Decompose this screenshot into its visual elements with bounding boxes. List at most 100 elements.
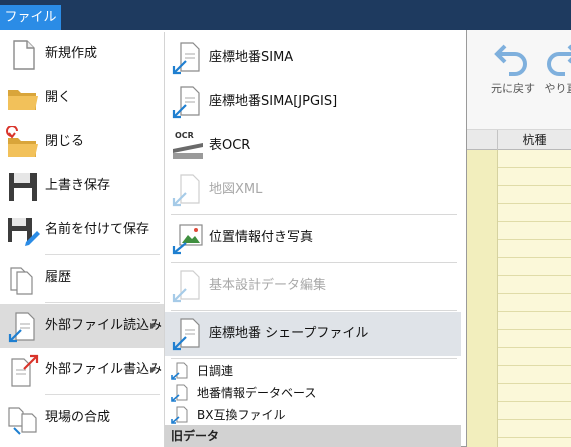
folder-open-icon: [8, 90, 38, 110]
grid-row[interactable]: [460, 204, 571, 222]
sima-import-icon: [172, 42, 200, 75]
grid-header: 杭種: [460, 130, 571, 150]
menu-item-label: 上書き保存: [45, 178, 111, 193]
bx-file-import-icon: [171, 406, 188, 424]
export-file-icon: [11, 354, 39, 387]
menu-item-new[interactable]: 新規作成: [0, 32, 164, 76]
menu-item-label: 開く: [45, 90, 72, 105]
menu-item-label: 名前を付けて保存: [45, 222, 150, 237]
grid-row[interactable]: [460, 348, 571, 366]
file-menu-list: 新規作成 開く 閉じる 上書き保存 名前を付けて保存 履歴 外部ファイル読込み …: [0, 30, 164, 447]
submenu-item-label: 座標地番SIMA: [209, 50, 294, 65]
submenu-arrow-icon: ▶: [150, 365, 157, 374]
submenu-separator: [171, 214, 457, 215]
grid-row[interactable]: [460, 330, 571, 348]
undo-label: 元に戻す: [491, 82, 535, 95]
submenu-separator: [171, 310, 457, 311]
menu-item-merge-site[interactable]: 現場の合成: [0, 396, 164, 440]
history-documents-icon: [10, 267, 33, 295]
menu-item-label: 履歴: [45, 270, 72, 285]
submenu-item-map-xml[interactable]: 地図XML: [165, 168, 461, 212]
grid-row[interactable]: [460, 186, 571, 204]
menu-item-label: 外部ファイル書込み: [45, 362, 163, 377]
ocr-icon-caption: OCR: [175, 131, 194, 140]
submenu-item-geotagged-photo[interactable]: 位置情報付き写真: [165, 216, 461, 260]
grid-row[interactable]: [460, 294, 571, 312]
app-window: 元に戻す やり直 杭種 ファイル 新規作成: [0, 0, 571, 447]
file-menu: 新規作成 開く 閉じる 上書き保存 名前を付けて保存 履歴 外部ファイル読込み …: [0, 30, 467, 447]
menu-item-label: 新規作成: [45, 46, 98, 61]
submenu-separator: [171, 358, 457, 359]
undo-icon: [494, 44, 527, 76]
submenu-item-bx-compatible[interactable]: BX互換ファイル: [165, 404, 461, 426]
new-document-icon: [13, 40, 35, 70]
grid-row[interactable]: [460, 438, 571, 447]
ocr-scanner-icon: OCR: [173, 131, 203, 159]
save-disk-icon: [9, 173, 37, 201]
submenu-item-label: 地図XML: [209, 182, 263, 197]
menu-item-save-as[interactable]: 名前を付けて保存: [0, 208, 164, 252]
submenu-item-sima[interactable]: 座標地番SIMA: [165, 36, 461, 80]
redo-icon: [547, 44, 571, 76]
grid-row[interactable]: [460, 384, 571, 402]
grid-row[interactable]: [460, 366, 571, 384]
submenu-item-table-ocr[interactable]: OCR 表OCR: [165, 124, 461, 168]
grid-row[interactable]: [460, 240, 571, 258]
grid-row[interactable]: [460, 168, 571, 186]
grid-header-pile-type: 杭種: [522, 133, 547, 147]
map-xml-import-icon: [172, 174, 200, 207]
submenu-item-nichoren[interactable]: 日調連: [165, 360, 461, 382]
submenu-item-label: 座標地番SIMA[JPGIS]: [209, 94, 338, 109]
grid-row[interactable]: [460, 276, 571, 294]
submenu-item-label: 表OCR: [209, 138, 251, 153]
merge-documents-icon: [8, 407, 37, 435]
parcel-database-import-icon: [171, 384, 188, 402]
undo-button[interactable]: 元に戻す: [490, 38, 536, 98]
sima-jpgis-import-icon: [172, 86, 200, 119]
photo-import-icon: [172, 224, 203, 255]
grid-row[interactable]: [460, 222, 571, 240]
submenu-item-label: 位置情報付き写真: [209, 230, 314, 245]
submenu-item-label: 座標地番 シェープファイル: [209, 326, 369, 341]
grid-row[interactable]: [460, 402, 571, 420]
submenu-item-label: 基本設計データ編集: [209, 278, 327, 293]
grid-row[interactable]: [460, 258, 571, 276]
import-file-icon: [8, 312, 35, 343]
menu-separator: [45, 394, 160, 395]
menu-separator: [45, 302, 160, 303]
submenu-item-label: 日調連: [197, 364, 234, 378]
submenu-separator: [171, 262, 457, 263]
submenu-item-sima-jpgis[interactable]: 座標地番SIMA[JPGIS]: [165, 80, 461, 124]
submenu-item-basic-design-edit[interactable]: 基本設計データ編集: [165, 264, 461, 308]
basic-design-import-icon: [172, 270, 200, 303]
menu-item-label: 現場の合成: [45, 410, 111, 425]
submenu-item-shapefile[interactable]: 座標地番 シェープファイル: [165, 312, 461, 356]
data-grid[interactable]: 杭種: [460, 130, 571, 447]
title-bar: [0, 0, 571, 30]
folder-close-icon: [6, 126, 38, 157]
menu-item-label: 外部ファイル読込み: [45, 318, 163, 333]
nichoren-import-icon: [171, 362, 188, 380]
menu-item-save[interactable]: 上書き保存: [0, 164, 164, 208]
menu-separator: [45, 254, 160, 255]
grid-row[interactable]: [460, 420, 571, 438]
grid-row[interactable]: [460, 312, 571, 330]
submenu-item-parcel-database[interactable]: 地番情報データベース: [165, 382, 461, 404]
grid-row[interactable]: [460, 150, 571, 168]
redo-label: やり直: [544, 82, 571, 95]
menu-item-label: 閉じる: [45, 134, 85, 149]
menu-item-export-external[interactable]: 外部ファイル書込み ▶: [0, 348, 164, 392]
submenu-item-label: BX互換ファイル: [197, 408, 286, 422]
save-as-icon: [8, 218, 40, 246]
menu-item-import-external[interactable]: 外部ファイル読込み ▶: [0, 304, 164, 348]
legacy-data-section-header: 旧データ: [165, 425, 461, 447]
redo-button[interactable]: やり直: [538, 38, 571, 98]
file-menu-tab[interactable]: ファイル: [0, 5, 61, 30]
menu-item-close[interactable]: 閉じる: [0, 120, 164, 164]
menu-item-open[interactable]: 開く: [0, 76, 164, 120]
shapefile-import-icon: [172, 318, 200, 351]
submenu-arrow-icon: ▶: [150, 321, 157, 330]
import-submenu: 座標地番SIMA 座標地番SIMA[JPGIS] OCR 表OCR 地図XML …: [164, 32, 461, 447]
submenu-item-label: 地番情報データベース: [197, 386, 317, 400]
menu-item-history[interactable]: 履歴: [0, 256, 164, 300]
